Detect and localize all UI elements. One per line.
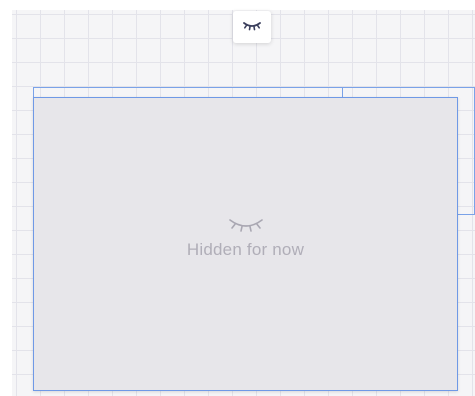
closed-eye-icon xyxy=(34,216,457,234)
hidden-card[interactable]: Hidden for now xyxy=(33,97,458,391)
closed-eye-icon xyxy=(242,18,262,36)
hidden-message: Hidden for now xyxy=(34,216,457,260)
hidden-message-text: Hidden for now xyxy=(186,240,305,259)
visibility-toggle-button[interactable] xyxy=(233,11,271,43)
frame-divider xyxy=(342,87,343,97)
